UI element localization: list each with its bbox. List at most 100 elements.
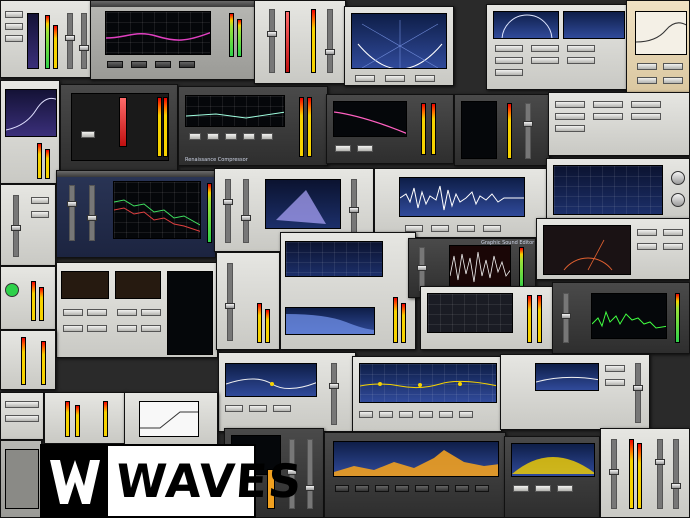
control-button[interactable] — [87, 309, 107, 316]
control-button[interactable] — [249, 405, 267, 412]
control-button[interactable] — [663, 229, 683, 236]
fader-track[interactable] — [269, 9, 275, 73]
fader-track[interactable] — [225, 179, 231, 243]
control-button[interactable] — [495, 69, 523, 76]
control-button[interactable] — [117, 309, 137, 316]
band-button[interactable] — [335, 485, 349, 492]
control-button[interactable] — [385, 75, 405, 82]
control-button[interactable] — [495, 57, 523, 64]
band-button[interactable] — [225, 133, 237, 140]
control-button[interactable] — [495, 45, 523, 52]
band-button[interactable] — [243, 133, 255, 140]
fader-track[interactable] — [657, 439, 663, 509]
control-button[interactable] — [663, 77, 683, 84]
control-button[interactable] — [567, 45, 595, 52]
control-button[interactable] — [225, 405, 243, 412]
control-button[interactable] — [459, 411, 473, 418]
control-button[interactable] — [5, 23, 23, 30]
fader-knob[interactable] — [561, 313, 571, 319]
control-button[interactable] — [531, 45, 559, 52]
control-button[interactable] — [557, 485, 573, 492]
band-button[interactable] — [261, 133, 273, 140]
control-button[interactable] — [117, 325, 137, 332]
control-button[interactable] — [63, 325, 83, 332]
control-button[interactable] — [555, 101, 585, 108]
control-button[interactable] — [405, 225, 423, 232]
control-button[interactable] — [357, 145, 373, 152]
fader-track[interactable] — [307, 439, 313, 509]
fader-track[interactable] — [673, 439, 679, 509]
control-button[interactable] — [637, 229, 657, 236]
fader-knob[interactable] — [633, 385, 643, 391]
fader-knob[interactable] — [305, 485, 315, 491]
control-button[interactable] — [415, 75, 435, 82]
band-button[interactable] — [375, 485, 389, 492]
control-button[interactable] — [535, 485, 551, 492]
control-button[interactable] — [5, 11, 23, 18]
fader-track[interactable] — [243, 179, 249, 243]
control-button[interactable] — [5, 415, 39, 422]
control-button[interactable] — [63, 309, 83, 316]
fader-knob[interactable] — [609, 469, 619, 475]
control-button[interactable] — [87, 325, 107, 332]
control-button[interactable] — [567, 57, 595, 64]
fader-knob[interactable] — [655, 459, 665, 465]
control-button[interactable] — [355, 75, 375, 82]
control-button[interactable] — [483, 225, 501, 232]
control-button[interactable] — [513, 485, 529, 492]
fader-knob[interactable] — [79, 45, 89, 51]
fader-track[interactable] — [69, 185, 75, 241]
control-button[interactable] — [431, 225, 449, 232]
fader-track[interactable] — [67, 13, 73, 69]
control-button[interactable] — [31, 197, 49, 204]
control-button[interactable] — [555, 113, 585, 120]
control-button[interactable] — [637, 63, 657, 70]
control-button[interactable] — [631, 101, 661, 108]
control-button[interactable] — [31, 211, 49, 218]
control-button[interactable] — [131, 61, 147, 68]
control-button[interactable] — [663, 243, 683, 250]
fader-knob[interactable] — [67, 201, 77, 207]
fader-track[interactable] — [525, 103, 531, 159]
control-button[interactable] — [593, 101, 623, 108]
control-button[interactable] — [107, 61, 123, 68]
band-button[interactable] — [355, 485, 369, 492]
rotary-knob[interactable] — [671, 193, 685, 207]
control-button[interactable] — [637, 77, 657, 84]
band-button[interactable] — [189, 133, 201, 140]
fader-knob[interactable] — [417, 265, 427, 271]
band-button[interactable] — [415, 485, 429, 492]
rotary-knob[interactable] — [671, 171, 685, 185]
control-button[interactable] — [631, 113, 661, 120]
band-button[interactable] — [395, 485, 409, 492]
control-button[interactable] — [419, 411, 433, 418]
fader-knob[interactable] — [267, 31, 277, 37]
band-button[interactable] — [207, 133, 219, 140]
fader-track[interactable] — [327, 9, 333, 73]
control-button[interactable] — [359, 411, 373, 418]
control-button[interactable] — [593, 113, 623, 120]
fader-track[interactable] — [81, 13, 87, 69]
fader-knob[interactable] — [87, 215, 97, 221]
control-button[interactable] — [5, 401, 39, 408]
fader-knob[interactable] — [329, 383, 339, 389]
fader-knob[interactable] — [11, 225, 21, 231]
control-button[interactable] — [399, 411, 413, 418]
control-button[interactable] — [439, 411, 453, 418]
control-button[interactable] — [5, 35, 23, 42]
fader-knob[interactable] — [65, 35, 75, 41]
fader-track[interactable] — [227, 263, 233, 341]
control-button[interactable] — [335, 145, 351, 152]
band-button[interactable] — [475, 485, 489, 492]
fader-knob[interactable] — [241, 215, 251, 221]
control-button[interactable] — [141, 325, 161, 332]
control-button[interactable] — [379, 411, 393, 418]
control-button[interactable] — [637, 243, 657, 250]
band-button[interactable] — [455, 485, 469, 492]
fader-knob[interactable] — [225, 303, 235, 309]
control-button[interactable] — [663, 63, 683, 70]
fader-knob[interactable] — [325, 49, 335, 55]
control-button[interactable] — [179, 61, 195, 68]
fader-knob[interactable] — [223, 199, 233, 205]
control-button[interactable] — [555, 125, 585, 132]
